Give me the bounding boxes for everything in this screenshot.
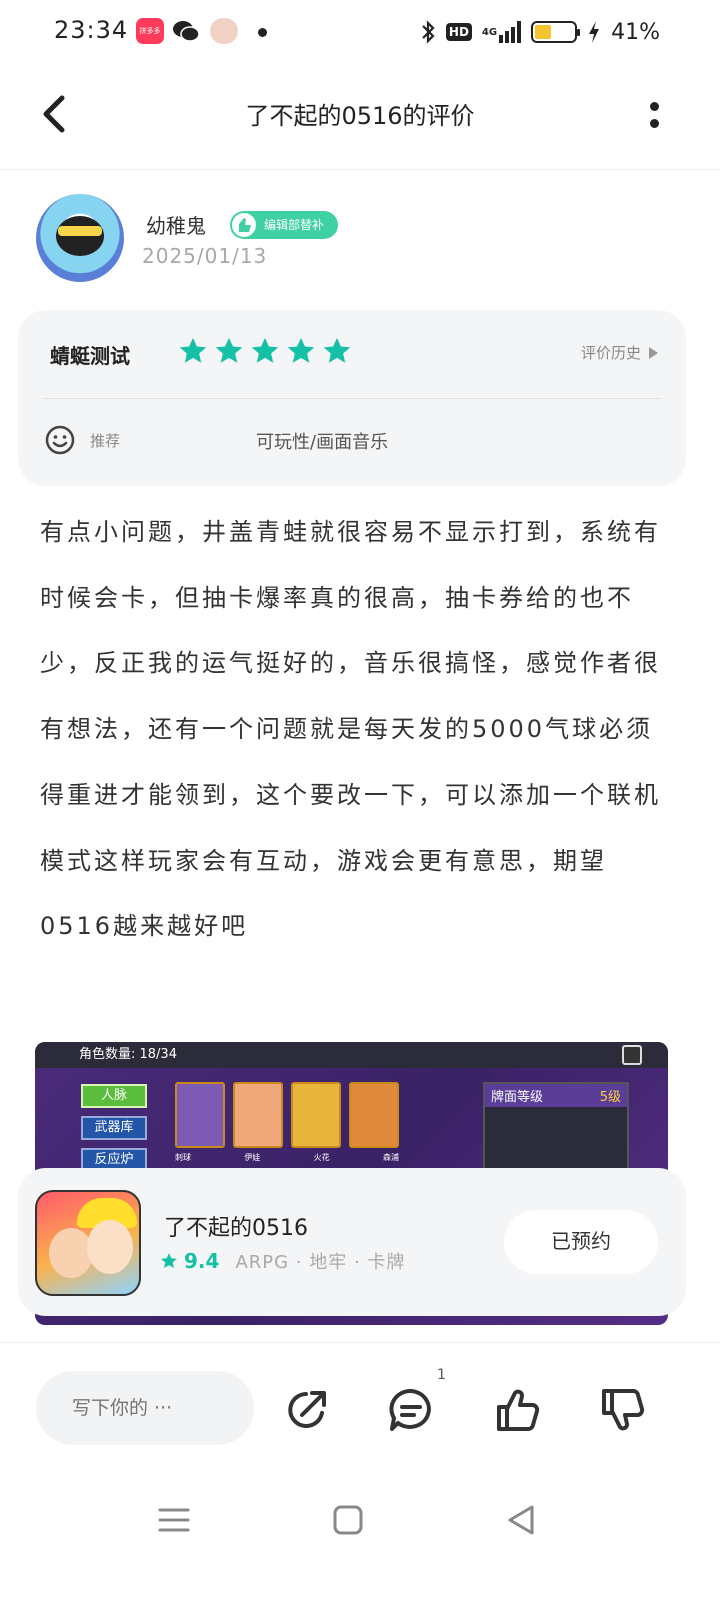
review-page: 23:34 拼多多 HD 4G 41% 了不起的0516的评价 幼稚鬼 编辑部替… <box>0 0 720 1605</box>
thumbs-down-icon[interactable] <box>598 1385 648 1435</box>
screenshot-menu-item: 武器库 <box>81 1116 147 1140</box>
hd-icon: HD <box>445 23 472 41</box>
thumbs-up-icon[interactable] <box>493 1385 543 1435</box>
comment-icon[interactable] <box>386 1385 436 1435</box>
game-info-bar[interactable]: 了不起的0516 9.4 ARPG · 地牢 · 卡牌 已预约 <box>18 1168 686 1316</box>
share-icon[interactable] <box>282 1385 332 1435</box>
status-bar: 23:34 拼多多 HD 4G 41% <box>0 0 720 64</box>
screenshot-panel-title: 牌面等级 <box>491 1090 544 1105</box>
screenshot-card-name: 刺球 <box>175 1153 191 1162</box>
game-icon[interactable] <box>35 1190 141 1296</box>
system-nav-bar <box>0 1480 720 1605</box>
network-type: 4G <box>481 26 498 38</box>
pinduoduo-notification-icon: 拼多多 <box>136 18 164 44</box>
screenshot-card-name: 火花 <box>313 1153 330 1162</box>
signal-icon <box>499 21 522 43</box>
card-divider <box>42 398 662 399</box>
bottom-action-bar: 1 <box>0 1342 720 1472</box>
star-icon <box>161 1253 177 1269</box>
author-name[interactable]: 幼稚鬼 <box>146 210 206 239</box>
game-score: 9.4 <box>184 1249 220 1273</box>
author-badge-label: 编辑部替补 <box>264 218 325 232</box>
star-icon <box>179 337 207 363</box>
rating-history-label: 评价历史 <box>580 344 641 362</box>
reserved-button[interactable]: 已预约 <box>504 1210 658 1274</box>
rating-label: 蜻蜓测试 <box>50 344 130 368</box>
comment-count: 1 <box>437 1367 446 1383</box>
screenshot-menu-item: 人脉 <box>81 1084 147 1108</box>
game-meta: 9.4 ARPG · 地牢 · 卡牌 <box>160 1248 405 1274</box>
battery-icon <box>531 21 581 43</box>
more-options-icon[interactable] <box>648 100 660 134</box>
highlight-tags: 可玩性/画面音乐 <box>256 432 389 453</box>
review-text: 有点小问题，井盖青蛙就很容易不显示打到，系统有时候会卡，但抽卡爆率真的很高，抽卡… <box>40 518 661 941</box>
screenshot-role-count: 角色数量: 18/34 <box>35 1042 668 1068</box>
status-right: HD 4G 41% <box>420 14 660 50</box>
star-icon <box>323 337 351 363</box>
star-icon <box>287 337 315 363</box>
page-title: 了不起的0516的评价 <box>245 102 475 130</box>
screenshot-card-name: 伊娃 <box>244 1153 261 1162</box>
recommend-label: 推荐 <box>90 432 121 450</box>
bluetooth-icon <box>422 20 435 44</box>
battery-percent: 41% <box>611 19 660 45</box>
screenshot-card-name: 森浦 <box>382 1153 399 1162</box>
screenshot-character-card <box>291 1082 341 1148</box>
play-arrow-icon <box>649 346 658 359</box>
screenshot-character-card <box>175 1082 225 1148</box>
screenshot-card-names: 刺球 伊娃 火花 森浦 <box>175 1152 399 1163</box>
status-time: 23:34 <box>54 16 129 44</box>
rating-card: 蜻蜓测试 评价历史 推荐 可玩性/画面音乐 <box>18 310 686 486</box>
star-icon <box>251 337 279 363</box>
smile-icon <box>45 425 75 455</box>
wechat-notification-icon <box>172 18 200 44</box>
post-date: 2025/01/13 <box>142 244 268 268</box>
more-notifications-dot <box>258 28 267 37</box>
thumbs-up-badge-icon <box>232 213 256 237</box>
back-icon[interactable] <box>502 1500 542 1540</box>
menu-icon[interactable] <box>154 1500 194 1540</box>
screenshot-character-card <box>349 1082 399 1148</box>
author-avatar[interactable] <box>36 194 124 282</box>
back-arrow-icon[interactable] <box>30 88 80 138</box>
rating-history-link[interactable]: 评价历史 <box>581 342 658 363</box>
screenshot-panel-level: 5级 <box>599 1090 621 1105</box>
charging-icon <box>589 21 600 43</box>
avatar-notification-icon <box>210 18 238 44</box>
star-rating <box>178 336 352 366</box>
star-icon <box>215 337 243 363</box>
author-badge: 编辑部替补 <box>230 211 339 239</box>
close-icon <box>622 1045 642 1065</box>
screenshot-character-card <box>233 1082 283 1148</box>
game-title[interactable]: 了不起的0516 <box>164 1210 308 1242</box>
comment-input[interactable] <box>36 1371 254 1445</box>
game-genre: ARPG · 地牢 · 卡牌 <box>235 1252 406 1273</box>
top-app-bar: 了不起的0516的评价 <box>0 64 720 170</box>
home-icon[interactable] <box>328 1500 368 1540</box>
